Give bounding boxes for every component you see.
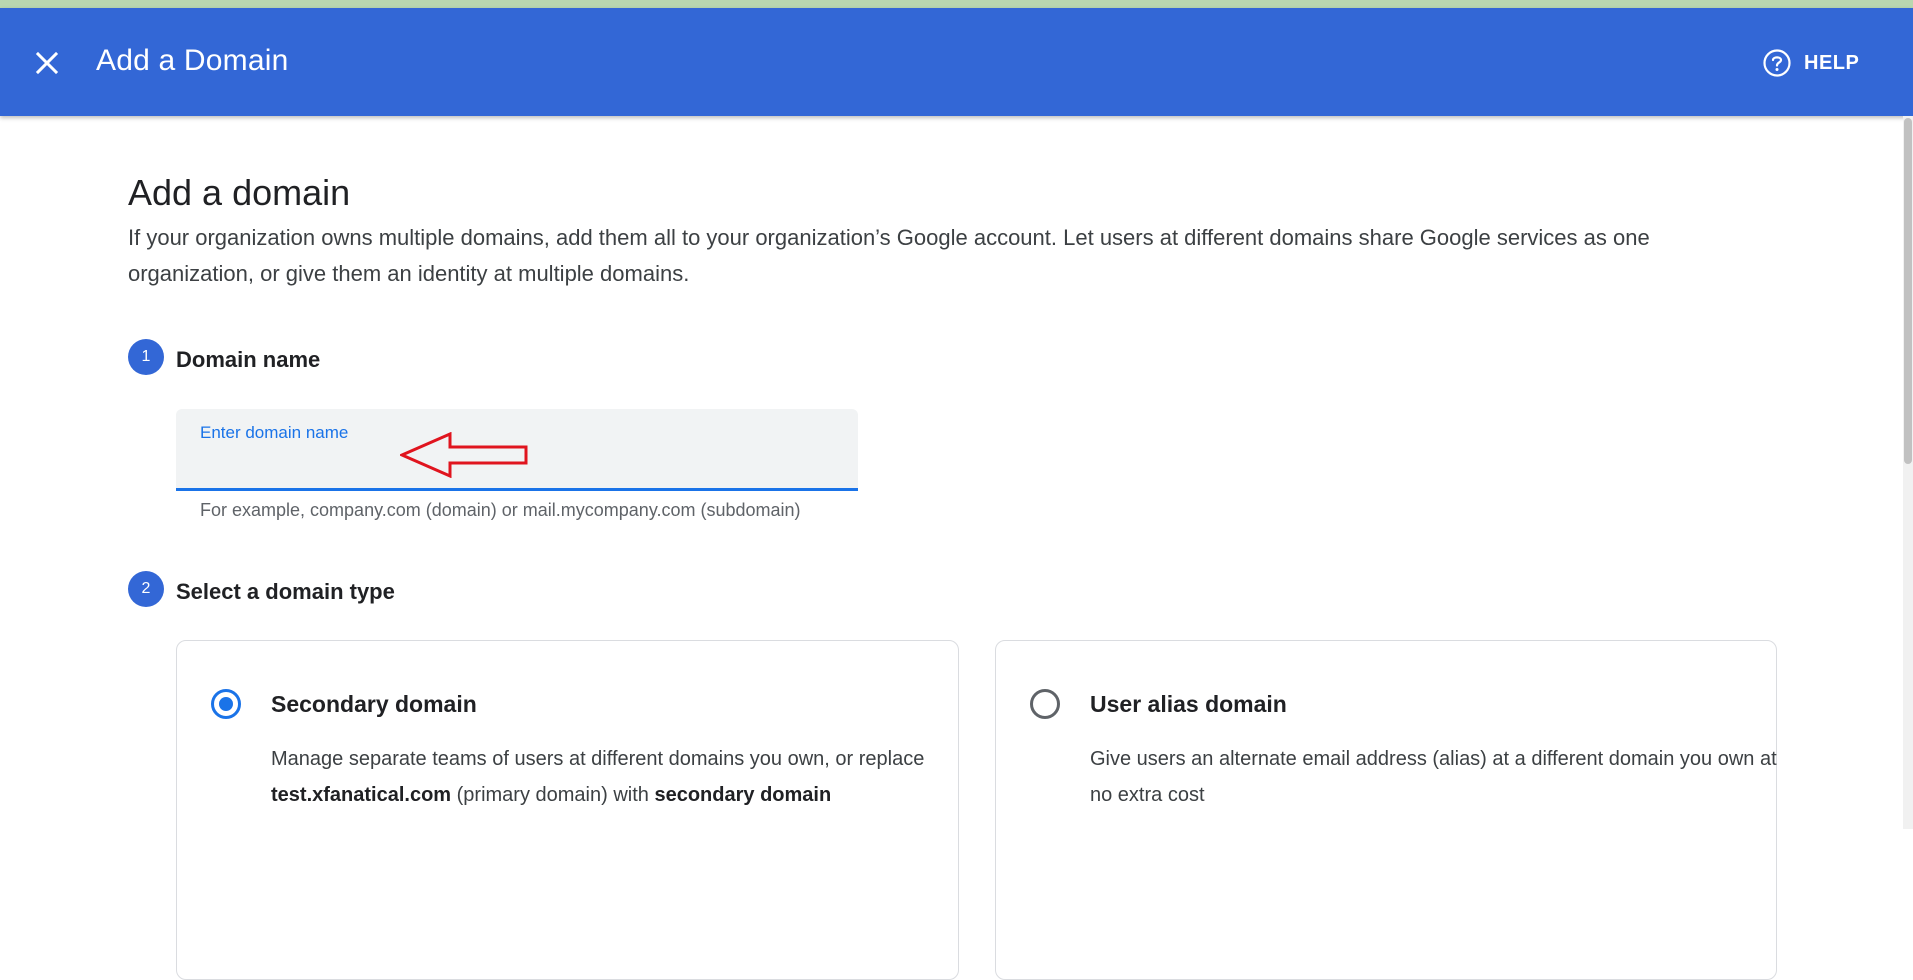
app-title: Add a Domain bbox=[96, 44, 289, 77]
secondary-domain-radio[interactable] bbox=[211, 689, 241, 719]
annotation-arrow-icon bbox=[400, 432, 528, 478]
help-label: HELP bbox=[1804, 51, 1860, 74]
help-circle-icon bbox=[1763, 49, 1791, 77]
step-2-badge: 2 bbox=[128, 571, 164, 607]
app-bar: Add a Domain HELP bbox=[0, 8, 1913, 116]
close-button[interactable] bbox=[30, 46, 64, 80]
browser-top-strip bbox=[0, 0, 1913, 8]
secondary-domain-title: Secondary domain bbox=[271, 691, 477, 717]
secondary-domain-card[interactable]: Secondary domain Manage separate teams o… bbox=[176, 640, 959, 980]
scrollbar-thumb[interactable] bbox=[1904, 118, 1912, 464]
page-heading: Add a domain bbox=[128, 172, 351, 213]
user-alias-domain-title: User alias domain bbox=[1090, 691, 1287, 717]
step-1-badge: 1 bbox=[128, 339, 164, 375]
user-alias-domain-card[interactable]: User alias domain Give users an alternat… bbox=[995, 640, 1777, 980]
user-alias-domain-radio[interactable] bbox=[1030, 689, 1060, 719]
domain-name-hint: For example, company.com (domain) or mai… bbox=[200, 500, 801, 520]
step-2-title: Select a domain type bbox=[176, 579, 395, 604]
domain-name-label: Enter domain name bbox=[200, 423, 349, 442]
user-alias-domain-description: Give users an alternate email address (a… bbox=[1090, 748, 1777, 806]
step-1-title: Domain name bbox=[176, 347, 321, 372]
help-button[interactable]: HELP bbox=[1762, 46, 1859, 80]
page-description: If your organization owns multiple domai… bbox=[128, 225, 1650, 286]
secondary-domain-description: Manage separate teams of users at differ… bbox=[271, 748, 925, 806]
close-icon bbox=[35, 51, 59, 75]
